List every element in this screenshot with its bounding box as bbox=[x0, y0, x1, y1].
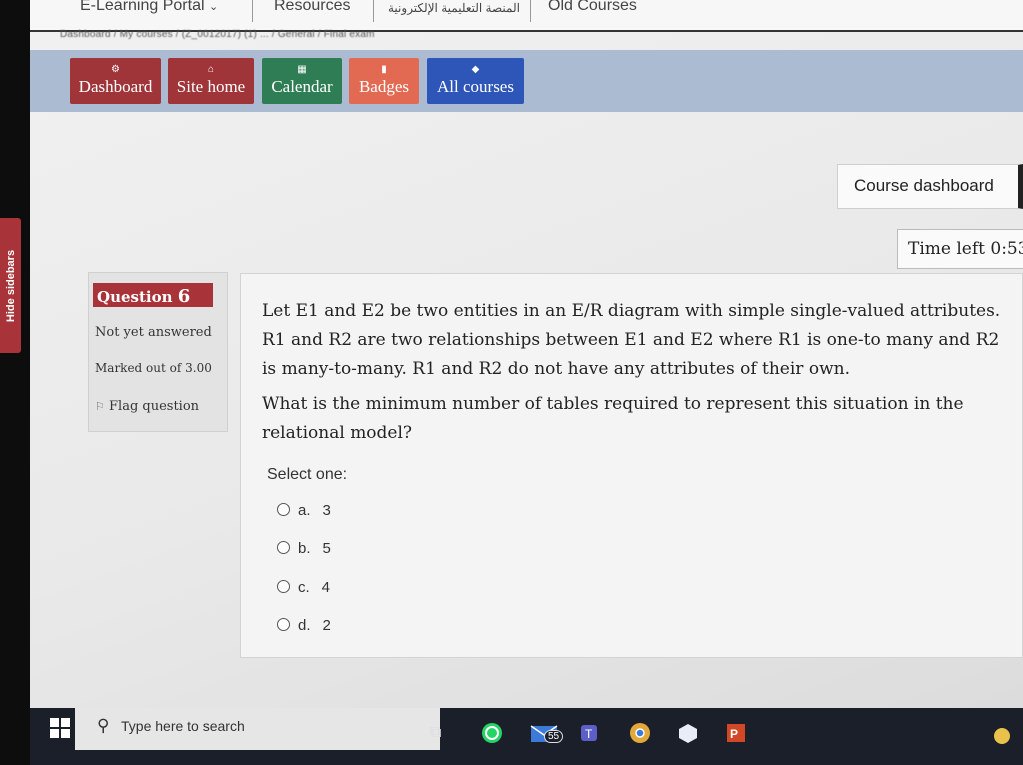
browser-page: E-Learning Portal ⌄ Resources المنصة الت… bbox=[30, 0, 1023, 708]
dashboard-button[interactable]: ⚙ Dashboard bbox=[70, 58, 161, 104]
flag-question-link[interactable]: ⚐ Flag question bbox=[95, 399, 199, 414]
chevron-down-icon: ⌄ bbox=[208, 1, 219, 13]
old-courses-link[interactable]: Old Courses bbox=[548, 0, 637, 15]
question-status: Not yet answered bbox=[95, 325, 212, 340]
select-one-label: Select one: bbox=[267, 466, 348, 483]
search-icon: ⚲ bbox=[97, 716, 110, 735]
question-info-panel: Question 6 Not yet answered Marked out o… bbox=[88, 272, 228, 432]
answer-option-a[interactable]: a. 3 bbox=[277, 502, 331, 519]
taskbar-search-input[interactable]: ⚲ Type here to search bbox=[75, 708, 440, 750]
breadcrumb[interactable]: Dashboard / My courses / (Z_0012017) (1)… bbox=[60, 29, 375, 40]
mail-icon[interactable]: 55 bbox=[530, 722, 564, 744]
question-stem: Let E1 and E2 be two entities in an E/R … bbox=[262, 301, 1001, 379]
windows-taskbar: ⚲ Type here to search ⧉ 55 T P bbox=[30, 708, 1023, 765]
app-shield-icon[interactable] bbox=[676, 722, 700, 744]
chrome-icon[interactable] bbox=[628, 722, 652, 744]
home-icon: ⌂ bbox=[207, 64, 214, 75]
time-left-box: Time left 0:53: bbox=[897, 229, 1023, 269]
all-courses-button[interactable]: ◆ All courses bbox=[427, 58, 524, 104]
question-card: Let E1 and E2 be two entities in an E/R … bbox=[240, 273, 1023, 658]
question-marks: Marked out of 3.00 bbox=[95, 361, 212, 375]
radio-button[interactable] bbox=[277, 503, 290, 516]
teams-icon[interactable]: T bbox=[578, 722, 602, 744]
bookmark-icon: ▮ bbox=[381, 64, 387, 75]
site-home-button[interactable]: ⌂ Site home bbox=[168, 58, 254, 104]
radio-button[interactable] bbox=[277, 618, 290, 631]
mail-badge: 55 bbox=[544, 730, 564, 743]
hide-sidebars-tab[interactable]: Hide sidebars bbox=[0, 218, 21, 353]
nav-divider bbox=[530, 0, 531, 22]
radio-button[interactable] bbox=[277, 580, 290, 593]
whatsapp-icon[interactable] bbox=[480, 722, 504, 744]
course-dashboard-button[interactable]: Course dashboard bbox=[837, 164, 1023, 209]
flag-icon: ⚐ bbox=[95, 400, 105, 413]
nav-divider bbox=[252, 0, 253, 22]
quick-links-bar: ⚙ Dashboard ⌂ Site home ▦ Calendar ▮ Bad… bbox=[30, 50, 1023, 112]
radio-button[interactable] bbox=[277, 541, 290, 554]
svg-text:T: T bbox=[585, 727, 593, 741]
powerpoint-icon[interactable]: P bbox=[725, 722, 749, 744]
svg-text:P: P bbox=[730, 727, 738, 741]
top-navigation: E-Learning Portal ⌄ Resources المنصة الت… bbox=[30, 0, 1023, 32]
resources-link[interactable]: Resources bbox=[274, 0, 350, 15]
question-number: Question 6 bbox=[93, 283, 213, 307]
answer-option-b[interactable]: b. 5 bbox=[277, 540, 331, 557]
answer-option-c[interactable]: c. 4 bbox=[277, 579, 330, 596]
weather-icon[interactable] bbox=[990, 722, 1014, 744]
task-view-icon[interactable]: ⧉ bbox=[430, 722, 454, 744]
question-prompt: What is the minimum number of tables req… bbox=[262, 394, 964, 443]
calendar-button[interactable]: ▦ Calendar bbox=[262, 58, 342, 104]
dashboard-icon: ⚙ bbox=[111, 64, 120, 75]
portal-menu[interactable]: E-Learning Portal ⌄ bbox=[80, 0, 218, 15]
nav-divider bbox=[373, 0, 374, 22]
arabic-platform-link[interactable]: المنصة التعليمية الإلكترونية bbox=[388, 1, 520, 15]
answer-option-d[interactable]: d. 2 bbox=[277, 617, 331, 634]
windows-start-icon[interactable] bbox=[50, 718, 70, 738]
question-text: Let E1 and E2 be two entities in an E/R … bbox=[262, 297, 1017, 454]
badges-button[interactable]: ▮ Badges bbox=[349, 58, 419, 104]
courses-icon: ◆ bbox=[471, 64, 480, 75]
calendar-icon: ▦ bbox=[297, 64, 307, 75]
